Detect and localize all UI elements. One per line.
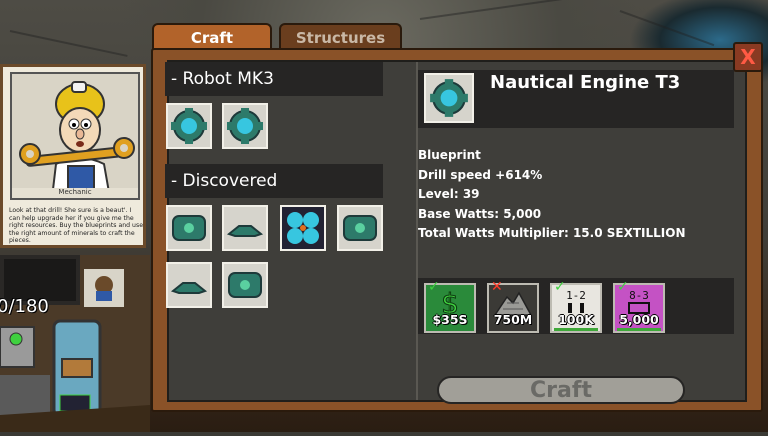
mechanic-card: Mechanic Look at that drill! She sure is… [0,64,146,248]
section-robot-mk3[interactable]: - Robot MK3 [165,62,383,96]
detail-title: Nautical Engine T3 [490,72,681,93]
discovered-item-slot[interactable] [337,205,383,251]
level: Level: 39 [418,187,480,201]
blueprint-label: Blueprint [418,148,481,162]
mine-scene [0,255,150,432]
mechanic-name: Mechanic [12,188,138,198]
progress-bar [617,328,661,331]
robot-item-slot[interactable] [166,103,212,149]
cost-money: ✓ $ $35S [424,279,476,333]
discovered-item-slot[interactable] [166,205,212,251]
cost-mineral-8-3: ✓ 8-3 5,000 [613,279,665,333]
engine-frame-icon [228,272,262,298]
mine-machinery [0,255,150,432]
cost-mineral-1-2-value: 100K [558,312,594,327]
cost-mineral-8-3-value: 5,000 [619,312,659,327]
nautical-engine-icon [227,108,263,144]
engine-frame-icon [343,215,377,241]
blue-fan-icon [287,212,319,244]
total-watts-multiplier: Total Watts Multiplier: 15.0 SEXTILLION [418,226,686,240]
drill-speed: Drill speed +614% [418,167,543,182]
close-button[interactable]: X [733,42,763,72]
detail-item-icon [424,73,474,123]
cost-money-value: $35S [432,312,468,327]
cost-mineral-1-2: ✓ 1-2 100K [550,279,602,333]
cost-ore-value: 750M [493,312,533,327]
base-watts: Base Watts: 5,000 [418,206,542,221]
nautical-engine-icon [171,108,207,144]
detail-stats: Blueprint Drill speed +614% Level: 39 Ba… [418,146,686,244]
discovered-item-slot[interactable] [222,205,268,251]
plate-icon [170,282,208,294]
plate-icon [226,225,264,237]
progress-bar [554,328,598,331]
tab-structures[interactable]: Structures [279,23,402,51]
discovered-item-slot[interactable] [222,262,268,308]
depth-counter: 0/180 [0,296,49,317]
tab-craft[interactable]: Craft [152,23,272,51]
robot-item-slot[interactable] [222,103,268,149]
discovered-item-slot[interactable] [280,205,326,251]
svg-text:8-3: 8-3 [629,289,649,302]
craft-button[interactable]: Craft [437,376,685,404]
cost-ore: ✕ 750M [487,279,539,333]
svg-text:1-2: 1-2 [566,289,586,302]
mechanic-avatar [19,81,135,198]
section-discovered[interactable]: - Discovered [165,164,383,198]
nautical-engine-icon [430,79,468,117]
mechanic-portrait: Mechanic [10,72,140,200]
engine-frame-icon [172,215,206,241]
mechanic-dialog: Look at that drill! She sure is a beaut'… [9,207,144,245]
discovered-item-slot[interactable] [166,262,212,308]
